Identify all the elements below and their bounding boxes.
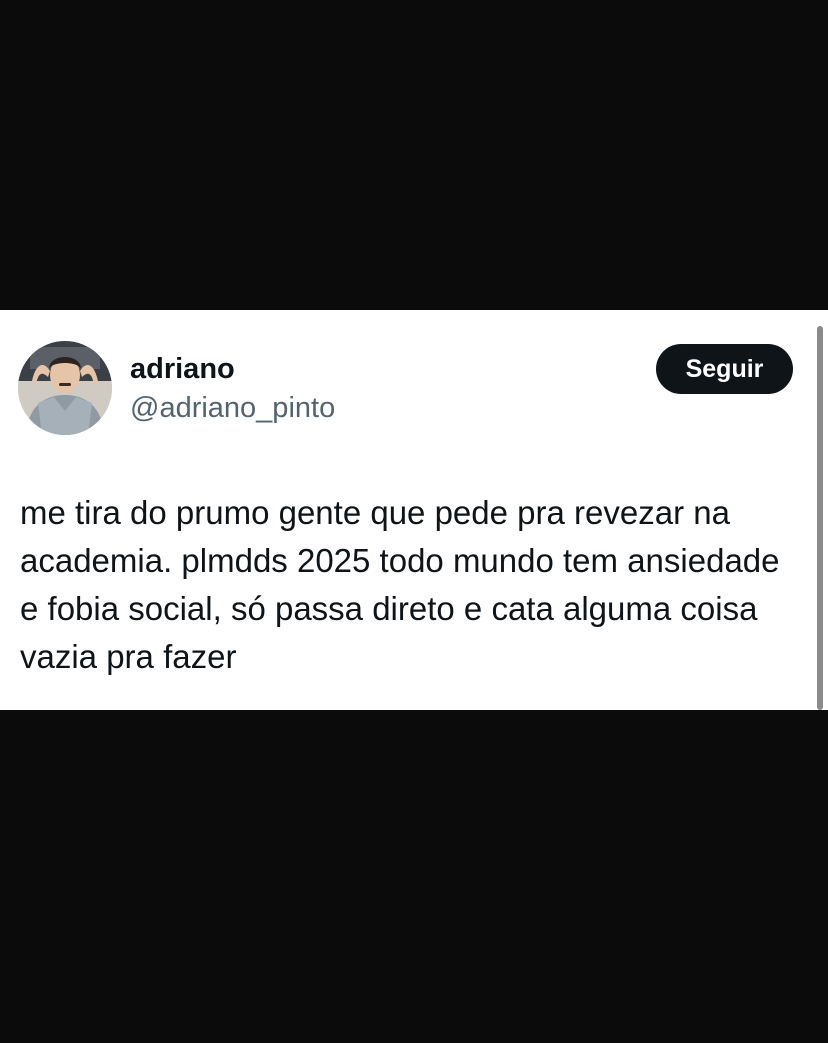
author-handle[interactable]: @adriano_pinto (130, 390, 335, 426)
follow-button[interactable]: Seguir (656, 344, 793, 394)
tweet-card: adriano @adriano_pinto Seguir me tira do… (0, 310, 828, 710)
user-photo-icon (18, 341, 112, 435)
tweet-text: me tira do prumo gente que pede pra reve… (20, 494, 780, 675)
avatar[interactable] (18, 341, 112, 435)
author-display-name[interactable]: adriano (130, 351, 235, 387)
scrollbar[interactable] (817, 326, 823, 710)
